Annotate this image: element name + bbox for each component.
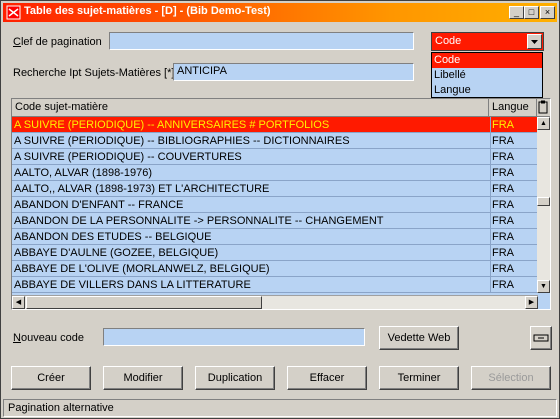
status-bar: Pagination alternative — [3, 399, 557, 417]
cell-code: A SUIVRE (PERIODIQUE) -- COUVERTURES — [14, 151, 242, 163]
maximize-icon: □ — [528, 7, 535, 17]
cell-code: ABBAYE D'AULNE (GOZEE, BELGIQUE) — [14, 247, 219, 259]
cell-code: ABBAYE DE L'OLIVE (MORLANWELZ, BELGIQUE) — [14, 263, 270, 275]
title-bar[interactable]: Table des sujet-matières - [D] - (Bib De… — [3, 3, 557, 22]
cell-langue: FRA — [490, 245, 538, 261]
duplication-button[interactable]: Duplication — [195, 366, 275, 390]
terminer-button[interactable]: Terminer — [379, 366, 459, 390]
table-row[interactable]: ABANDON DE LA PERSONNALITE -> PERSONNALI… — [12, 213, 538, 229]
cell-code: AALTO,, ALVAR (1898-1973) ET L'ARCHITECT… — [14, 183, 270, 195]
search-label: Recherche Ipt Sujets-Matières [*] — [13, 67, 175, 79]
vertical-scrollbar[interactable]: ▲ ▼ — [537, 117, 550, 293]
scroll-right-button[interactable]: ▶ — [525, 296, 538, 309]
table-row[interactable]: AALTO, ALVAR (1898-1976) FRA — [12, 165, 538, 181]
chevron-down-icon — [531, 40, 538, 44]
cell-code: ABANDON D'ENFANT -- FRANCE — [14, 199, 184, 211]
modifier-button[interactable]: Modifier — [103, 366, 183, 390]
cell-code: A SUIVRE (PERIODIQUE) -- ANNIVERSAIRES #… — [14, 119, 330, 131]
close-icon: × — [544, 7, 551, 17]
selection-button: Sélection — [471, 366, 551, 390]
vedette-web-button[interactable]: Vedette Web — [379, 326, 459, 350]
horizontal-scrollbar[interactable]: ◀ ▶ — [12, 295, 538, 309]
minimize-button[interactable]: _ — [509, 6, 524, 19]
sort-option[interactable]: Code — [432, 53, 542, 68]
cell-langue: FRA — [490, 213, 538, 229]
cell-langue: FRA — [490, 133, 538, 149]
cell-langue: FRA — [490, 165, 538, 181]
cell-code: AALTO, ALVAR (1898-1976) — [14, 167, 152, 179]
sort-option[interactable]: Langue — [432, 83, 542, 98]
main-window: Table des sujet-matières - [D] - (Bib De… — [0, 0, 560, 419]
hscroll-thumb[interactable] — [26, 296, 262, 309]
cell-langue: FRA — [490, 117, 538, 133]
column-header-code[interactable]: Code sujet-matière — [12, 99, 489, 116]
table-body: A SUIVRE (PERIODIQUE) -- ANNIVERSAIRES #… — [12, 117, 538, 293]
table-row[interactable]: ABANDON DES ETUDES -- BELGIQUE FRA — [12, 229, 538, 245]
cell-langue: FRA — [490, 277, 538, 293]
cell-langue: FRA — [490, 149, 538, 165]
new-code-input[interactable] — [103, 328, 365, 346]
clipboard-icon — [538, 100, 548, 114]
sort-combo[interactable]: Code — [431, 32, 544, 51]
scroll-left-button[interactable]: ◀ — [12, 296, 25, 309]
table-header: Code sujet-matière Langue — [12, 99, 550, 117]
cell-code: A SUIVRE (PERIODIQUE) -- BIBLIOGRAPHIES … — [14, 135, 350, 147]
scroll-up-button[interactable]: ▲ — [537, 117, 550, 130]
column-settings-button[interactable] — [537, 100, 550, 115]
sort-combo-value: Code — [435, 35, 462, 47]
table-row[interactable]: A SUIVRE (PERIODIQUE) -- ANNIVERSAIRES #… — [12, 117, 538, 133]
table-row[interactable]: A SUIVRE (PERIODIQUE) -- COUVERTURES FRA — [12, 149, 538, 165]
pagination-key-input[interactable] — [109, 32, 414, 50]
table-row[interactable]: ABANDON D'ENFANT -- FRANCE FRA — [12, 197, 538, 213]
table-row[interactable]: A SUIVRE (PERIODIQUE) -- BIBLIOGRAPHIES … — [12, 133, 538, 149]
sort-dropdown: Code Libellé Langue — [431, 52, 543, 98]
effacer-button[interactable]: Effacer — [287, 366, 367, 390]
new-code-label: Nouveau code — [13, 332, 84, 344]
cell-code: ABANDON DES ETUDES -- BELGIQUE — [14, 231, 212, 243]
close-button[interactable]: × — [540, 6, 555, 19]
table-row[interactable]: AALTO,, ALVAR (1898-1973) ET L'ARCHITECT… — [12, 181, 538, 197]
window-title: Table des sujet-matières - [D] - (Bib De… — [24, 5, 271, 17]
app-icon — [6, 5, 21, 20]
cell-langue: FRA — [490, 181, 538, 197]
table-row[interactable]: ABBAYE DE VILLERS DANS LA LITTERATURE FRA — [12, 277, 538, 293]
pagination-key-label: Clef de pagination — [13, 36, 102, 48]
cell-code: ABANDON DE LA PERSONNALITE -> PERSONNALI… — [14, 215, 384, 227]
link-button[interactable] — [530, 326, 552, 350]
creer-button[interactable]: Créer — [11, 366, 91, 390]
cell-langue: FRA — [490, 229, 538, 245]
scroll-thumb[interactable] — [537, 197, 550, 206]
sort-option[interactable]: Libellé — [432, 68, 542, 83]
combo-arrow-button[interactable] — [527, 34, 542, 49]
cell-langue: FRA — [490, 197, 538, 213]
table-row[interactable]: ABBAYE DE L'OLIVE (MORLANWELZ, BELGIQUE)… — [12, 261, 538, 277]
scroll-down-button[interactable]: ▼ — [537, 280, 550, 293]
subjects-table: Code sujet-matière Langue A SUIVRE (PERI… — [11, 98, 551, 310]
cell-langue: FRA — [490, 261, 538, 277]
maximize-button[interactable]: □ — [524, 6, 539, 19]
column-header-langue[interactable]: Langue — [489, 99, 537, 116]
cell-code: ABBAYE DE VILLERS DANS LA LITTERATURE — [14, 279, 251, 291]
minimize-icon: _ — [513, 7, 519, 17]
table-row[interactable]: ABBAYE D'AULNE (GOZEE, BELGIQUE) FRA — [12, 245, 538, 261]
link-icon — [533, 334, 549, 342]
search-input[interactable]: ANTICIPA — [173, 63, 414, 81]
